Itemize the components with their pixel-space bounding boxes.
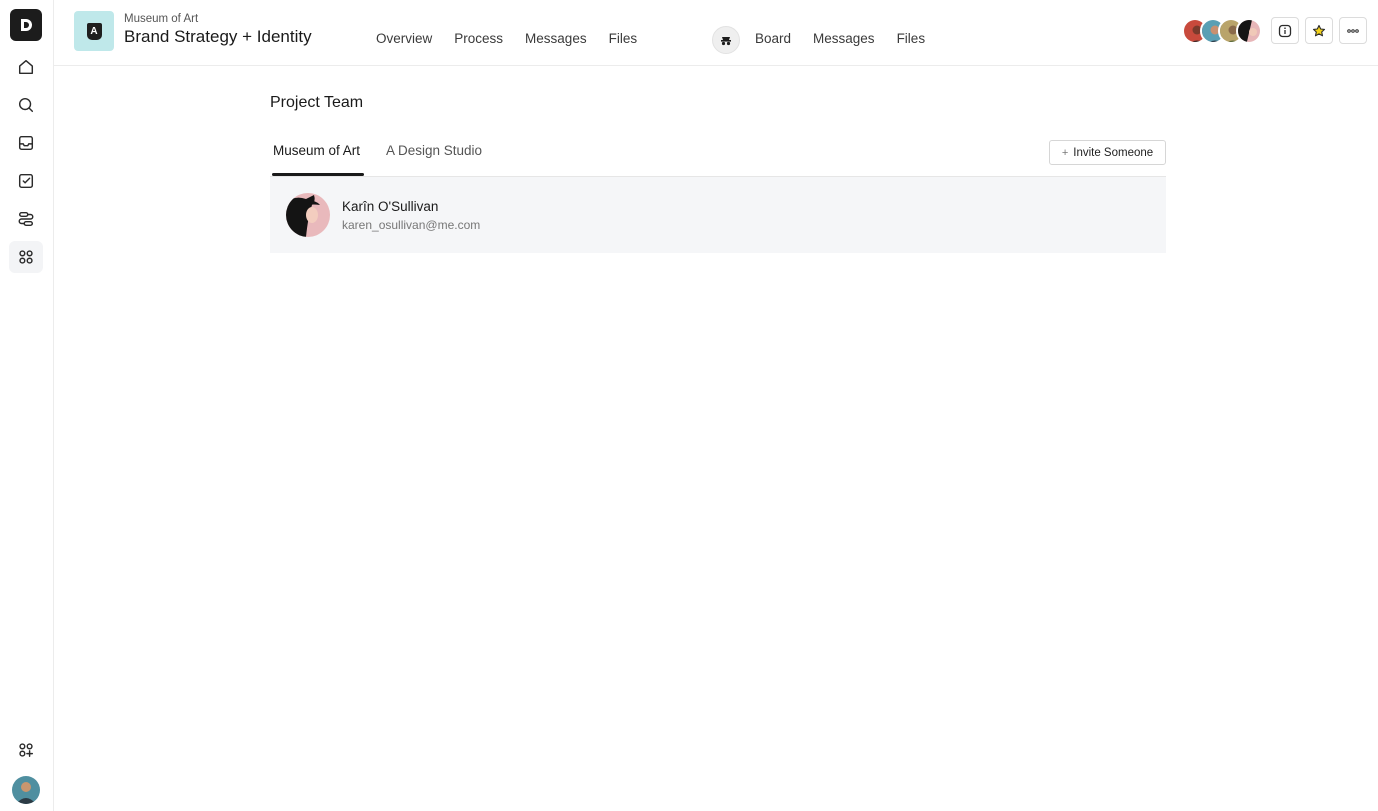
rail-inbox-button[interactable] (9, 127, 43, 159)
rail-add-apps-button[interactable] (9, 734, 43, 766)
nav-board[interactable]: Board (755, 31, 791, 46)
project-header: A Museum of Art Brand Strategy + Identit… (54, 0, 1378, 66)
tab-a-design-studio[interactable]: A Design Studio (386, 143, 482, 158)
nav-messages[interactable]: Messages (525, 31, 587, 46)
avatar (1236, 18, 1262, 44)
rail-flow-button[interactable] (9, 203, 43, 235)
team-avatars[interactable] (1182, 18, 1264, 44)
project-badge-icon: A (86, 22, 102, 40)
more-icon (1347, 28, 1359, 33)
nav-studio-messages[interactable]: Messages (813, 31, 875, 46)
studio-badge-icon[interactable] (712, 26, 740, 54)
star-icon (1312, 24, 1326, 36)
add-apps-icon (19, 743, 34, 758)
nav-process[interactable]: Process (454, 31, 503, 46)
app-logo[interactable] (10, 9, 42, 41)
project-title: Brand Strategy + Identity (124, 27, 312, 46)
page-title: Project Team (270, 94, 364, 111)
info-icon (1278, 24, 1292, 37)
tab-museum-of-art[interactable]: Museum of Art (273, 143, 360, 158)
rail-apps-button[interactable] (9, 241, 43, 273)
client-nav: Overview Process Messages Files (376, 31, 659, 46)
active-tab-indicator (272, 173, 364, 176)
current-user-avatar[interactable] (12, 776, 40, 804)
nav-overview[interactable]: Overview (376, 31, 432, 46)
rail-tasks-button[interactable] (9, 165, 43, 197)
avatar (286, 193, 330, 237)
left-rail (0, 0, 54, 811)
project-icon[interactable]: A (74, 11, 114, 51)
rail-home-button[interactable] (9, 51, 43, 83)
flow-icon (18, 211, 34, 227)
invite-label: Invite Someone (1073, 146, 1154, 159)
favorite-button[interactable] (1305, 17, 1333, 44)
info-button[interactable] (1271, 17, 1299, 44)
nav-files[interactable]: Files (609, 31, 638, 46)
home-icon (18, 59, 34, 75)
more-options-button[interactable] (1339, 17, 1367, 44)
list-item[interactable]: Karîn O'Sullivan karen_osullivan@me.com (270, 177, 1166, 253)
tasks-icon (18, 173, 34, 189)
search-icon (18, 97, 34, 113)
apps-icon (19, 250, 33, 264)
team-tabs: Museum of Art A Design Studio + Invite S… (270, 140, 1166, 177)
member-name: Karîn O'Sullivan (342, 199, 439, 214)
nav-studio-files[interactable]: Files (897, 31, 926, 46)
plus-icon: + (1061, 146, 1069, 159)
logo-icon (21, 19, 32, 31)
client-name[interactable]: Museum of Art (124, 13, 198, 25)
invite-someone-button[interactable]: + Invite Someone (1049, 140, 1166, 165)
inbox-icon (18, 135, 34, 151)
member-email: karen_osullivan@me.com (342, 218, 481, 232)
rail-search-button[interactable] (9, 89, 43, 121)
studio-nav: Board Messages Files (755, 31, 947, 46)
